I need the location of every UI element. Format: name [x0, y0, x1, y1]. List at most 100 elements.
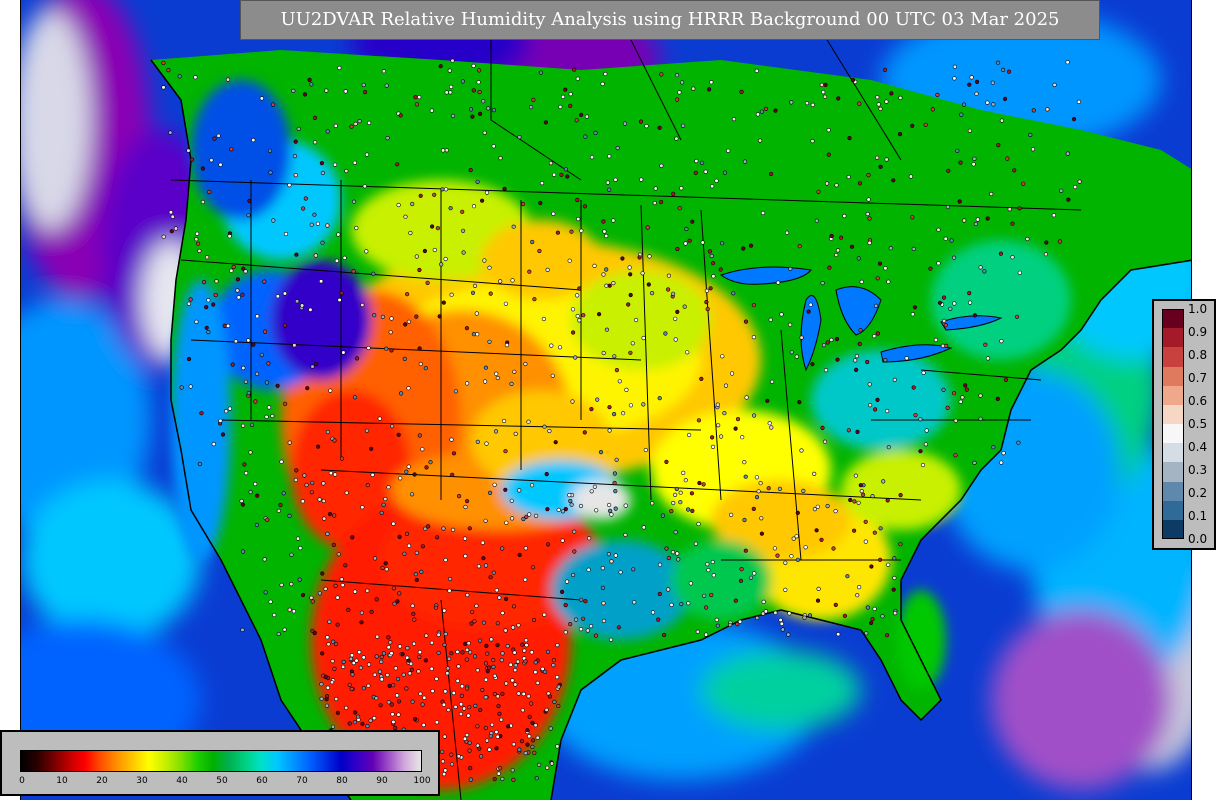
- observation-dot: [492, 776, 497, 782]
- rh-tick-label: 0: [19, 776, 25, 786]
- observation-dot: [485, 651, 490, 656]
- observation-dot: [756, 489, 761, 494]
- observation-dot: [380, 314, 386, 320]
- observation-dot: [666, 587, 671, 592]
- observation-dot: [526, 694, 531, 699]
- observation-dot: [405, 292, 410, 297]
- observation-dot: [650, 501, 655, 506]
- observation-dot: [628, 272, 633, 277]
- observation-dot: [244, 471, 249, 476]
- observation-dot: [309, 595, 314, 600]
- observation-dot: [1007, 207, 1012, 212]
- observation-dot: [481, 556, 486, 561]
- observation-dot: [204, 305, 209, 310]
- observation-dot: [973, 221, 979, 227]
- observation-dot: [417, 649, 423, 655]
- observation-dot: [369, 609, 374, 615]
- observation-dot: [480, 540, 485, 545]
- observation-dot: [878, 526, 883, 531]
- observation-dot: [560, 94, 566, 99]
- rh-analysis-map[interactable]: [20, 0, 1192, 800]
- observation-dot: [450, 113, 456, 118]
- observation-dot: [609, 559, 614, 564]
- observation-dot: [225, 77, 231, 82]
- observation-dot: [161, 234, 166, 239]
- observation-dot: [589, 489, 594, 494]
- observation-dot: [1010, 221, 1015, 226]
- observation-dot: [528, 104, 534, 110]
- observation-dot: [766, 486, 771, 491]
- observation-dot: [714, 178, 719, 183]
- observation-dot: [312, 212, 317, 217]
- observation-dot: [799, 448, 804, 453]
- observation-dot: [480, 198, 485, 203]
- observation-dot: [504, 681, 509, 686]
- observation-dot: [560, 509, 566, 514]
- observation-dot: [616, 625, 621, 630]
- observation-dot: [404, 686, 409, 691]
- observation-dot: [243, 379, 248, 384]
- observation-dot: [864, 631, 869, 636]
- observation-dot: [825, 340, 830, 345]
- observation-dot: [612, 471, 618, 476]
- observation-dot: [470, 290, 476, 295]
- observation-dot: [319, 161, 325, 166]
- observation-dot: [727, 622, 733, 628]
- observation-dot: [509, 498, 514, 503]
- observation-dot: [564, 579, 570, 584]
- observation-dot: [349, 124, 354, 129]
- observation-dot: [1052, 82, 1057, 87]
- observation-dot: [254, 522, 259, 528]
- observation-dot: [563, 167, 569, 172]
- observation-dot: [389, 348, 394, 353]
- observation-dot: [652, 200, 657, 206]
- observation-dot: [527, 734, 532, 739]
- observation-dot: [630, 341, 635, 346]
- observation-dot: [450, 472, 455, 478]
- observation-dot: [953, 418, 958, 423]
- observation-dot: [406, 319, 412, 324]
- observation-dot: [533, 669, 538, 675]
- observation-dot: [904, 356, 909, 361]
- observation-dot: [1072, 184, 1078, 190]
- observation-dot: [405, 645, 410, 651]
- observation-dot: [697, 480, 702, 486]
- observation-dot: [575, 293, 580, 298]
- observation-dot: [325, 223, 330, 228]
- observation-dot: [487, 339, 492, 344]
- observation-dot: [332, 513, 337, 518]
- observation-dot: [410, 492, 415, 497]
- observation-dot: [983, 342, 988, 347]
- observation-dot: [835, 248, 841, 253]
- observation-dot: [390, 424, 395, 429]
- observation-dot: [743, 548, 748, 553]
- observation-dot: [538, 200, 543, 206]
- observation-dot: [204, 325, 209, 330]
- observation-dot: [270, 413, 275, 419]
- observation-dot: [220, 432, 226, 437]
- observation-dot: [572, 529, 577, 534]
- observation-dot: [406, 658, 411, 663]
- fraction-tick-label: 0.6: [1188, 394, 1208, 408]
- observation-dot: [351, 269, 356, 274]
- map-title: UU2DVAR Relative Humidity Analysis using…: [240, 0, 1100, 40]
- observation-dot: [780, 627, 785, 632]
- observation-dot: [319, 682, 324, 687]
- observation-dot: [618, 570, 623, 575]
- observation-dot: [499, 717, 504, 722]
- observation-dot: [364, 249, 369, 254]
- observation-dot: [673, 337, 678, 342]
- observation-dot: [868, 620, 874, 626]
- observation-dot: [486, 106, 491, 111]
- observation-dot: [449, 762, 455, 767]
- observation-dot: [882, 67, 888, 72]
- observation-dot: [758, 481, 763, 486]
- observation-dot: [297, 577, 302, 582]
- observation-dot: [563, 630, 568, 635]
- observation-dot: [325, 635, 330, 640]
- observation-dot: [853, 473, 859, 478]
- observation-dot: [251, 342, 256, 347]
- observation-dot: [529, 701, 534, 706]
- observation-dot: [422, 248, 428, 254]
- observation-dot: [550, 373, 555, 378]
